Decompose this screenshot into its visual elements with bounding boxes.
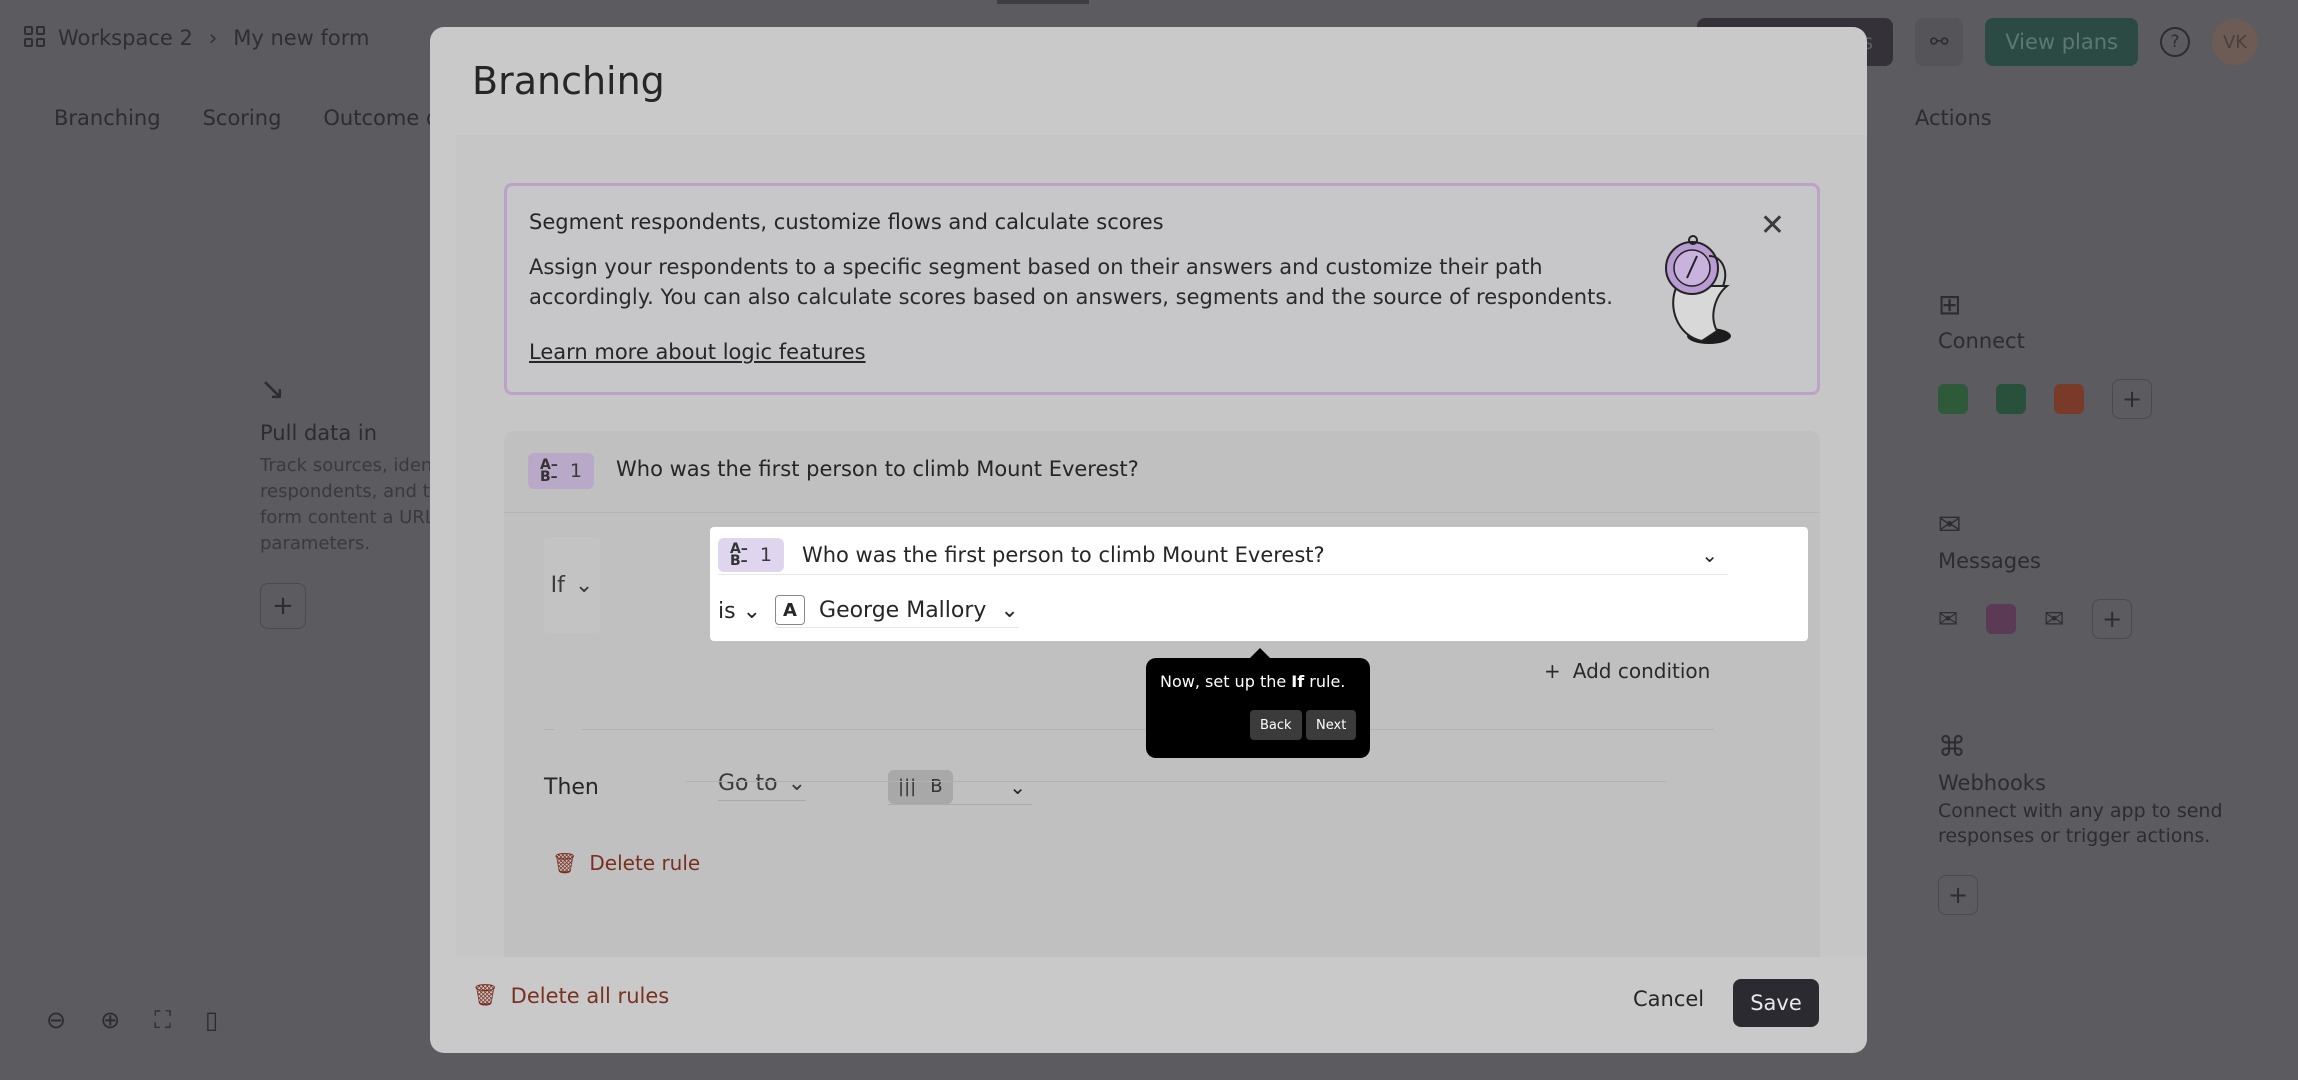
view-plans-button[interactable]: View plans xyxy=(1985,18,2138,66)
zoom-out-icon[interactable]: ⊖ xyxy=(46,1006,66,1034)
help-icon[interactable]: ? xyxy=(2160,27,2190,57)
email-alt-icon[interactable]: ✉ xyxy=(2044,605,2064,633)
chevron-down-icon: ⌄ xyxy=(1701,542,1718,567)
destination-select[interactable]: ||| B ⌄ xyxy=(888,769,1032,805)
multiple-choice-icon: A– B– xyxy=(540,457,558,485)
apps-icon: ⊞ xyxy=(1938,288,1962,321)
chevron-down-icon: ⌄ xyxy=(574,572,594,598)
add-condition-button[interactable]: + Add condition xyxy=(1544,659,1710,683)
tab-scoring[interactable]: Scoring xyxy=(203,106,282,130)
webhooks-section: ⌘ Webhooks Connect with any app to send … xyxy=(1938,730,2238,915)
fullscreen-icon[interactable]: ⛶ xyxy=(154,1006,171,1034)
tooltip-back-button[interactable]: Back xyxy=(1250,710,1302,740)
rule-question-title: Who was the first person to climb Mount … xyxy=(616,457,1139,481)
breadcrumb-workspace[interactable]: Workspace 2 xyxy=(58,26,193,50)
messages-title: Messages xyxy=(1938,549,2041,573)
tabs: Branching Scoring Outcome qu xyxy=(54,106,453,130)
destination-badge: ||| B xyxy=(888,769,953,804)
modal-title: Branching xyxy=(472,59,665,103)
mail-notify-icon: ✉ xyxy=(1938,508,1962,541)
if-label: If xyxy=(550,572,565,598)
condition-block: A– B– 1 Who was the first person to climb… xyxy=(710,527,1808,641)
tab-branching[interactable]: Branching xyxy=(54,106,161,130)
connect-title: Connect xyxy=(1938,329,2025,353)
sheets-icon[interactable] xyxy=(1938,384,1968,414)
tooltip-message: Now, set up the If rule. xyxy=(1160,672,1346,691)
excel-icon[interactable] xyxy=(1996,384,2026,414)
connect-section: ⊞ Connect + xyxy=(1938,288,2152,419)
messages-section: ✉ Messages ✉ ✉ + xyxy=(1938,508,2133,639)
breadcrumb-separator: › xyxy=(208,26,218,50)
zoom-controls: ⊖ ⊕ ⛶ ▯ xyxy=(46,1006,218,1034)
breadcrumb-form[interactable]: My new form xyxy=(233,26,369,50)
tooltip-next-button[interactable]: Next xyxy=(1306,710,1357,740)
delete-all-label: Delete all rules xyxy=(510,983,670,1008)
add-condition-label: Add condition xyxy=(1572,659,1711,683)
onboarding-tooltip: Now, set up the If rule. Back Next xyxy=(1146,648,1370,758)
condition-row: is ⌄ A George Mallory ⌄ xyxy=(718,595,1019,628)
link-icon[interactable]: ⚯ xyxy=(1915,18,1964,66)
action-select[interactable]: Go to ⌄ xyxy=(718,771,807,801)
modal-footer: 🗑 Delete all rules Cancel Save xyxy=(430,957,1867,1053)
answer-letter: A xyxy=(775,595,806,625)
condition-question-text: Who was the first person to climb Mount … xyxy=(801,542,1325,567)
mouse-icon[interactable]: ▯ xyxy=(205,1006,218,1034)
condition-question-select[interactable]: A– B– 1 Who was the first person to climb… xyxy=(718,535,1728,575)
webhooks-desc: Connect with any app to send responses o… xyxy=(1938,800,2223,847)
info-banner: Segment respondents, customize flows and… xyxy=(504,183,1820,395)
plus-icon: + xyxy=(1544,659,1561,683)
chevron-down-icon: ⌄ xyxy=(1000,597,1019,623)
question-number: 1 xyxy=(569,460,582,482)
breadcrumb: Workspace 2 › My new form xyxy=(24,26,370,50)
multiple-choice-icon: A– B– xyxy=(730,540,748,569)
delete-rule-button[interactable]: 🗑 Delete rule xyxy=(552,851,700,875)
info-body: Assign your respondents to a specific se… xyxy=(529,255,1613,309)
answer-select[interactable]: A George Mallory ⌄ xyxy=(775,595,1019,628)
webhook-icon: ⌘ xyxy=(1938,730,1966,763)
tab-actions[interactable]: Actions xyxy=(1915,106,1992,130)
rule-header: A– B– 1 Who was the first person to climb… xyxy=(504,431,1820,513)
answer-label: George Mallory xyxy=(819,597,987,623)
modal-scroll-area[interactable]: Segment respondents, customize flows and… xyxy=(456,135,1867,957)
delete-all-rules-button[interactable]: 🗑 Delete all rules xyxy=(472,983,669,1008)
add-connect-button[interactable]: + xyxy=(2112,379,2152,419)
add-webhook-button[interactable]: + xyxy=(1938,875,1978,915)
cancel-button[interactable]: Cancel xyxy=(1633,987,1704,1011)
destination-letter: B xyxy=(930,776,943,797)
operator-select[interactable]: is ⌄ xyxy=(718,599,761,624)
slack-icon[interactable] xyxy=(1986,604,2017,634)
condition-question-number: 1 xyxy=(759,543,772,566)
email-icon[interactable]: ✉ xyxy=(1938,605,1958,633)
connect-integrations: + xyxy=(1938,379,2152,419)
question-badge: A– B– 1 xyxy=(528,453,594,489)
close-icon[interactable]: ✕ xyxy=(1760,208,1785,243)
chevron-down-icon: ⌄ xyxy=(1009,774,1026,799)
action-label: Go to xyxy=(718,771,778,796)
delete-rule-label: Delete rule xyxy=(589,851,701,875)
avatar[interactable]: VK xyxy=(2212,19,2258,65)
info-heading: Segment respondents, customize flows and… xyxy=(529,210,1164,234)
add-message-button[interactable]: + xyxy=(2092,599,2133,639)
then-label: Then xyxy=(544,775,599,800)
branching-modal: Branching Segment respondents, customize… xyxy=(430,27,1867,1053)
trash-icon: 🗑 xyxy=(552,851,578,875)
zoom-in-icon[interactable]: ⊕ xyxy=(100,1006,120,1034)
learn-more-link[interactable]: Learn more about logic features xyxy=(529,340,866,364)
operator-label: is xyxy=(718,599,736,624)
condition-question-badge: A– B– 1 xyxy=(718,537,784,572)
statement-icon: ||| xyxy=(898,776,917,797)
webhooks-title: Webhooks xyxy=(1938,771,2046,795)
messages-integrations: ✉ ✉ + xyxy=(1938,599,2133,639)
if-select[interactable]: If ⌄ xyxy=(544,537,600,633)
save-button[interactable]: Save xyxy=(1733,979,1819,1027)
next-rule-divider xyxy=(686,781,1666,782)
chevron-down-icon: ⌄ xyxy=(787,771,807,796)
trash-icon: 🗑 xyxy=(472,983,499,1007)
airtable-icon[interactable] xyxy=(2054,384,2084,414)
compass-hand-illustration xyxy=(1647,226,1757,356)
chevron-down-icon: ⌄ xyxy=(742,599,762,624)
rule-divider xyxy=(544,729,1714,730)
add-pull-data-button[interactable]: + xyxy=(260,583,306,629)
workspace-grid-icon[interactable] xyxy=(24,26,48,50)
